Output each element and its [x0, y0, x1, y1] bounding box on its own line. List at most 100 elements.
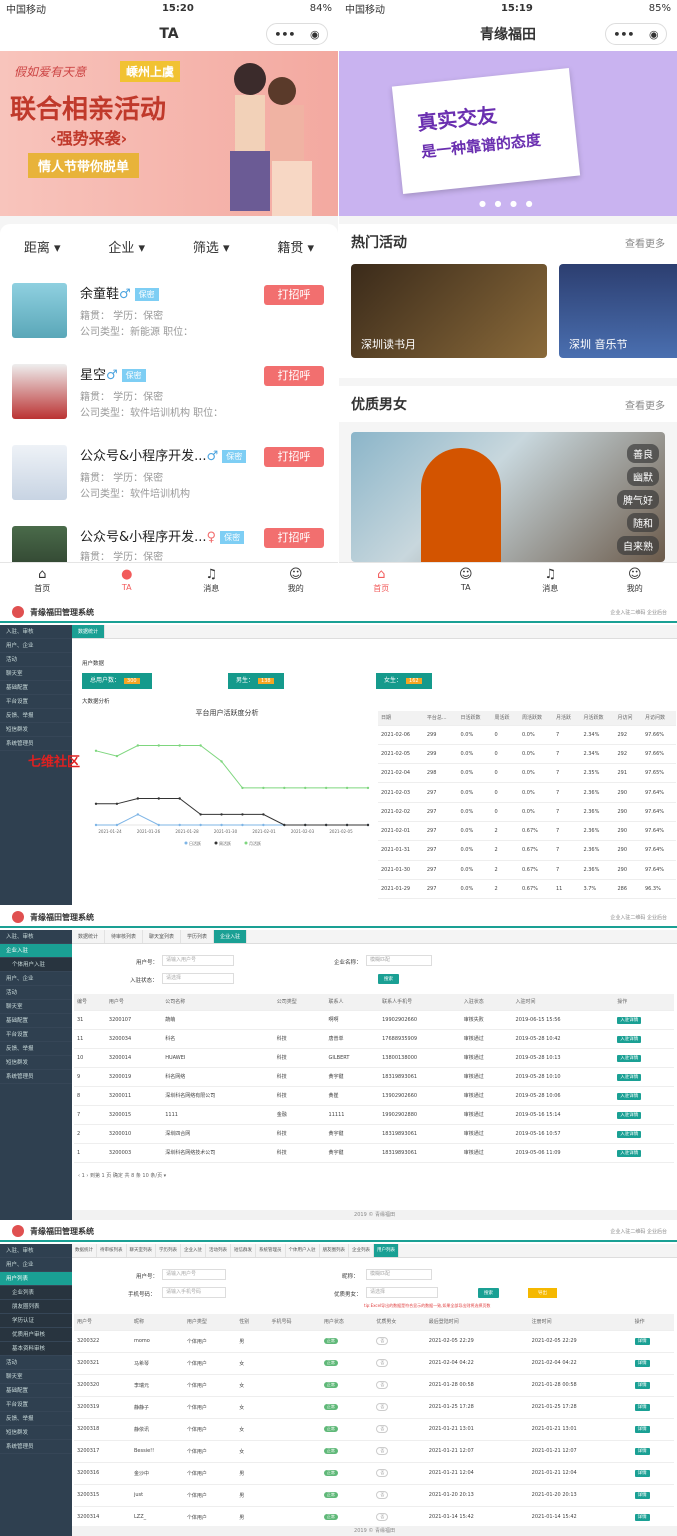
tab-mine[interactable]: ☺ 我的	[254, 563, 339, 600]
search-button[interactable]: 搜索	[378, 974, 399, 984]
filter-company[interactable]: 企业 ▾	[108, 237, 145, 256]
close-target-icon[interactable]: ◉	[310, 28, 320, 41]
quality-toggle[interactable]: 否	[376, 1469, 389, 1477]
sidebar-item[interactable]: 系统管理员	[0, 737, 72, 751]
quality-photo[interactable]: 善良 幽默 脾气好 随和 自来熟	[351, 432, 665, 562]
list-item[interactable]: 余童鞋♂ 保密 籍贯： 学历：保密 公司类型：新能源 职位： 打招呼	[0, 275, 338, 353]
banner[interactable]: 真实交友 是一种靠谱的态度 ● ● ● ●	[339, 51, 677, 216]
status-toggle[interactable]: 正常	[323, 1492, 338, 1498]
detail-button[interactable]: 入驻详情	[617, 1130, 642, 1138]
tab-messages[interactable]: ♫ 消息	[169, 563, 254, 600]
sidebar-item[interactable]: 活动	[0, 1356, 72, 1370]
sidebar-subitem[interactable]: 学历认证	[0, 1314, 72, 1328]
status-select[interactable]: 请选择	[162, 973, 234, 984]
see-more-link[interactable]: 查看更多	[625, 397, 665, 412]
sidebar-subitem[interactable]: 个体用户入驻	[0, 958, 72, 972]
sidebar-item[interactable]: 用户、企业	[0, 1258, 72, 1272]
tab[interactable]: 短信群发	[231, 1244, 256, 1257]
column-header[interactable]: 注册时间	[528, 1314, 632, 1331]
status-toggle[interactable]: 正常	[323, 1470, 338, 1476]
column-header[interactable]: 最后登陆时间	[425, 1314, 529, 1331]
detail-button[interactable]: 入驻详情	[617, 1035, 642, 1043]
quality-toggle[interactable]: 否	[376, 1381, 389, 1389]
column-header[interactable]: 用户状态	[320, 1314, 374, 1331]
detail-button[interactable]: 入驻详情	[617, 1054, 642, 1062]
column-header[interactable]: 公司名称	[162, 994, 274, 1011]
detail-button[interactable]: 详情	[634, 1448, 650, 1455]
tab-stats[interactable]: 数据统计	[72, 625, 106, 638]
more-icon[interactable]: •••	[613, 28, 634, 41]
column-header[interactable]: 用户号	[105, 994, 163, 1011]
header-links[interactable]: 企业入驻二维码 企业后台	[610, 609, 667, 616]
status-toggle[interactable]: 正常	[323, 1338, 338, 1344]
tab[interactable]: 个体用户入驻	[286, 1244, 320, 1257]
detail-button[interactable]: 详情	[634, 1382, 650, 1389]
list-item[interactable]: 星空♂ 保密 籍贯： 学历：保密 公司类型：软件培训机构 职位： 打招呼	[0, 356, 338, 434]
tab[interactable]: 聊天室列表	[127, 1244, 156, 1257]
filter-distance[interactable]: 距离 ▾	[24, 237, 61, 256]
sidebar-item-active[interactable]: 企业入驻	[0, 944, 72, 958]
sidebar-item[interactable]: 反馈、举报	[0, 709, 72, 723]
filter-screen[interactable]: 筛选 ▾	[193, 237, 230, 256]
phone-input[interactable]: 请输入手机号码	[162, 1287, 226, 1298]
tab[interactable]: 学历列表	[156, 1244, 181, 1257]
column-header[interactable]: 优质男女	[373, 1314, 426, 1331]
status-toggle[interactable]: 正常	[323, 1382, 338, 1388]
sidebar-item[interactable]: 用户、企业	[0, 972, 72, 986]
mini-program-capsule[interactable]: ••• ◉	[605, 23, 667, 45]
column-header[interactable]: 昵称	[131, 1314, 184, 1331]
header-links[interactable]: 企业入驻二维码 企业后台	[610, 1228, 667, 1235]
column-header[interactable]: 手机号码	[268, 1314, 321, 1331]
quality-toggle[interactable]: 否	[376, 1359, 389, 1367]
sidebar-item[interactable]: 聊天室	[0, 1370, 72, 1384]
detail-button[interactable]: 详情	[634, 1360, 650, 1367]
greet-button[interactable]: 打招呼	[264, 528, 324, 548]
sidebar-item[interactable]: 入驻、审核	[0, 930, 72, 944]
activity-card[interactable]: 深圳 音乐节	[559, 264, 677, 358]
column-header[interactable]: 联系人	[325, 994, 380, 1011]
tab[interactable]: 朋友圈列表	[320, 1244, 349, 1257]
quality-toggle[interactable]: 否	[376, 1403, 389, 1411]
export-button[interactable]: 导出	[528, 1288, 557, 1298]
sidebar-item[interactable]: 基础配置	[0, 681, 72, 695]
tab[interactable]: 待审核列表	[97, 1244, 127, 1257]
detail-button[interactable]: 详情	[634, 1470, 650, 1477]
tab[interactable]: 学历列表	[181, 930, 215, 943]
quality-toggle[interactable]: 否	[376, 1513, 389, 1521]
column-header[interactable]: 周活跃数	[519, 711, 553, 726]
mini-program-capsule[interactable]: ••• ◉	[266, 23, 328, 45]
user-input[interactable]: 请输入用户号	[162, 1269, 226, 1280]
column-header[interactable]: 入驻时间	[512, 994, 615, 1011]
sidebar-item[interactable]: 平台设置	[0, 1398, 72, 1412]
nick-input[interactable]: 模糊匹配	[366, 1269, 432, 1280]
tab[interactable]: 数据统计	[72, 1244, 97, 1257]
greet-button[interactable]: 打招呼	[264, 366, 324, 386]
detail-button[interactable]: 详情	[634, 1514, 650, 1521]
tab-mine[interactable]: ☺ 我的	[593, 563, 677, 600]
tab[interactable]: 系统管理员	[256, 1244, 286, 1257]
detail-button[interactable]: 详情	[634, 1492, 650, 1499]
sidebar-item[interactable]: 系统管理员	[0, 1440, 72, 1454]
sidebar-item[interactable]: 系统管理员	[0, 1070, 72, 1084]
column-header[interactable]: 月访问	[614, 711, 642, 726]
activity-card[interactable]: 深圳读书月	[351, 264, 547, 358]
status-toggle[interactable]: 正常	[323, 1514, 338, 1520]
banner[interactable]: 假如爱有天意 嵊州上虞 联合相亲活动 ‹强势来袭› 情人节带你脱单	[0, 51, 338, 216]
tab[interactable]: 活动列表	[206, 1244, 231, 1257]
detail-button[interactable]: 入驻详情	[617, 1016, 642, 1024]
detail-button[interactable]: 详情	[634, 1338, 650, 1345]
search-button[interactable]: 搜索	[478, 1288, 499, 1298]
sidebar-item[interactable]: 反馈、举报	[0, 1042, 72, 1056]
sidebar-item[interactable]: 聊天室	[0, 1000, 72, 1014]
column-header[interactable]: 月活跃	[553, 711, 581, 726]
sidebar-item[interactable]: 用户、企业	[0, 639, 72, 653]
tab[interactable]: 企业列表	[349, 1244, 374, 1257]
tab-active[interactable]: 用户列表	[374, 1244, 399, 1257]
greet-button[interactable]: 打招呼	[264, 285, 324, 305]
detail-button[interactable]: 入驻详情	[617, 1111, 642, 1119]
quality-select[interactable]: 请选择	[366, 1287, 438, 1298]
status-toggle[interactable]: 正常	[323, 1404, 338, 1410]
tab[interactable]: 聊天室列表	[143, 930, 182, 943]
status-toggle[interactable]: 正常	[323, 1448, 338, 1454]
column-header[interactable]: 日期	[378, 711, 424, 726]
